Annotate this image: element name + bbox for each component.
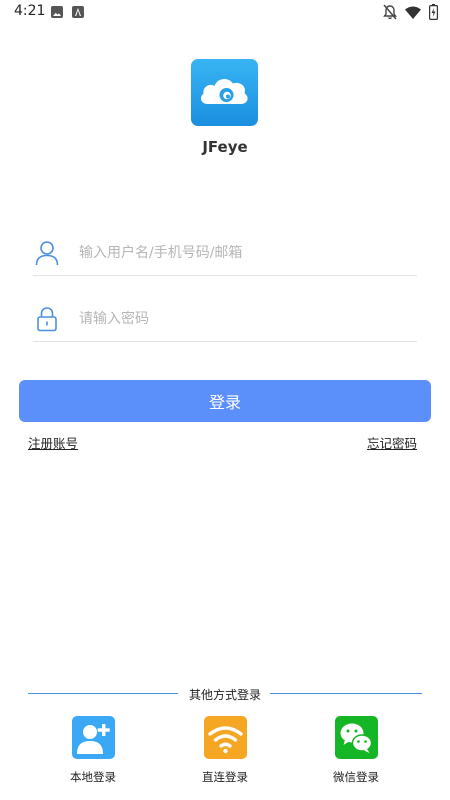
add-user-icon [76,724,110,754]
font-icon [72,6,84,18]
password-field [33,298,417,342]
wechat-login-button[interactable]: 微信登录 [316,716,396,785]
direct-login-tile [203,716,247,759]
register-link[interactable]: 注册账号 [28,433,78,452]
local-login-button[interactable]: 本地登录 [53,716,133,785]
divider-line-right [270,693,422,694]
wifi-icon [405,6,421,19]
forgot-password-link[interactable]: 忘记密码 [367,433,417,452]
direct-login-button[interactable]: 直连登录 [185,716,265,785]
login-button[interactable]: 登录 [19,380,431,422]
wechat-login-label: 微信登录 [333,770,379,784]
wechat-login-tile [334,716,378,759]
username-field [33,232,417,276]
username-input[interactable] [79,236,409,270]
cloud-camera-icon [200,79,248,104]
photo-icon [51,6,63,18]
wifi-icon [207,726,243,754]
direct-login-label: 直连登录 [202,770,248,784]
other-login-title: 其他方式登录 [188,688,261,702]
app-name: JFeye [202,138,248,156]
app-logo [191,59,258,126]
password-input[interactable] [79,302,409,336]
notifications-off-icon [383,4,397,20]
local-login-tile [71,716,115,759]
other-login-divider: 其他方式登录 [28,686,422,702]
status-time: 4:21 [14,3,46,19]
status-bar: 4:21 [0,0,450,24]
battery-icon [429,4,438,20]
local-login-label: 本地登录 [70,770,116,784]
user-icon [35,241,59,266]
wechat-icon [340,723,372,753]
lock-icon [37,307,57,332]
